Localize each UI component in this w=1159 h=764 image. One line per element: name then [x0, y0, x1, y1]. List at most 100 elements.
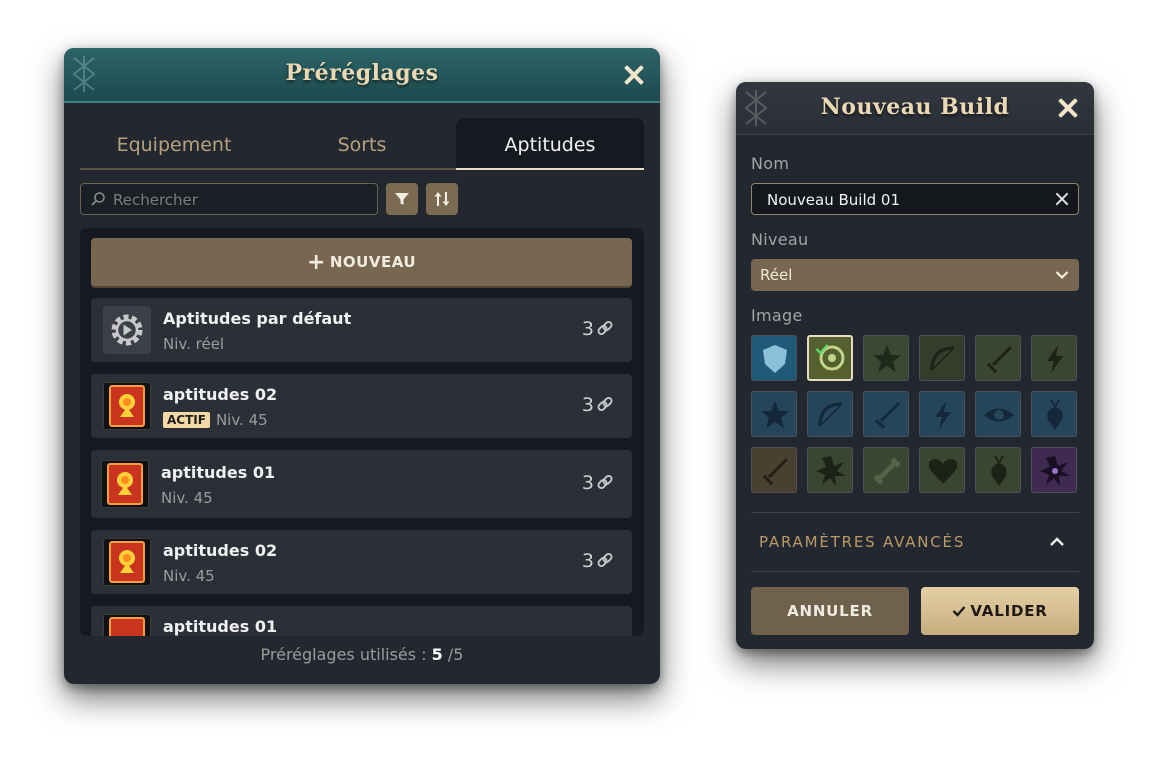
list-item[interactable]: Aptitudes par défaut Niv. réel 3 — [91, 298, 632, 362]
validate-button[interactable]: VALIDER — [921, 587, 1079, 635]
skill-book-icon — [103, 538, 151, 586]
skill-book-icon — [103, 382, 151, 430]
item-level: Niv. réel — [163, 335, 225, 353]
bow-icon — [818, 402, 843, 427]
list-item[interactable]: aptitudes 02 Niv. 45 3 — [91, 530, 632, 594]
image-option[interactable] — [1031, 391, 1077, 437]
image-option[interactable] — [807, 447, 853, 493]
image-option[interactable] — [919, 391, 965, 437]
link-icon — [597, 475, 613, 489]
item-level: Niv. 45 — [163, 567, 215, 585]
heart-icon — [928, 459, 958, 484]
check-icon — [815, 344, 829, 355]
image-option[interactable] — [751, 391, 797, 437]
usage-total: /5 — [447, 645, 464, 664]
advanced-settings-toggle[interactable]: PARAMÈTRES AVANCÉS — [751, 512, 1079, 572]
image-option[interactable] — [863, 447, 909, 493]
item-name: aptitudes 02 — [163, 541, 278, 560]
image-option[interactable] — [807, 391, 853, 437]
clear-icon[interactable] — [1055, 192, 1069, 206]
image-option[interactable] — [975, 391, 1021, 437]
new-preset-button[interactable]: + NOUVEAU — [91, 238, 632, 288]
skill-book-icon — [103, 614, 151, 636]
plus-icon: + — [306, 250, 326, 275]
name-input[interactable] — [765, 184, 1049, 216]
build-title: Nouveau Build — [820, 94, 1010, 120]
close-build-icon[interactable] — [1056, 96, 1080, 120]
item-name: Aptitudes par défaut — [163, 309, 352, 328]
image-option-selected[interactable] — [807, 335, 853, 381]
list-item[interactable]: aptitudes 01 — [91, 606, 632, 636]
filter-icon — [395, 193, 409, 205]
sort-button[interactable] — [426, 183, 458, 215]
item-level: Niv. 45 — [161, 489, 213, 507]
item-level: Niv. 45 — [215, 411, 268, 429]
link-icon — [597, 397, 613, 411]
skill-book-icon — [101, 460, 149, 508]
link-icon — [597, 321, 613, 335]
gear-play-icon — [103, 306, 151, 354]
usage-label: Préréglages utilisés : — [260, 645, 427, 664]
lightning-icon — [935, 401, 951, 429]
usage-used: 5 — [431, 645, 443, 664]
shield-icon — [763, 345, 787, 373]
lightning-icon — [1047, 345, 1063, 373]
star-icon — [873, 345, 901, 372]
image-option[interactable] — [863, 391, 909, 437]
level-value: Réel — [760, 266, 793, 284]
image-option[interactable] — [919, 335, 965, 381]
check-icon — [953, 606, 966, 617]
image-label: Image — [751, 306, 803, 325]
preset-usage: Préréglages utilisés : 5 /5 — [64, 645, 660, 664]
image-option[interactable] — [863, 335, 909, 381]
item-name: aptitudes 02 — [163, 385, 278, 404]
image-option[interactable] — [919, 447, 965, 493]
search-box[interactable] — [80, 183, 378, 216]
active-badge: ACTIF — [163, 412, 210, 428]
link-icon — [597, 553, 613, 567]
chevron-down-icon — [1055, 271, 1069, 280]
validate-label: VALIDER — [970, 602, 1048, 620]
sort-icon — [434, 192, 450, 206]
build-titlebar: Nouveau Build — [736, 82, 1094, 135]
list-item[interactable]: aptitudes 01 Niv. 45 3 — [91, 450, 632, 518]
image-option[interactable] — [975, 447, 1021, 493]
new-preset-label: NOUVEAU — [329, 253, 417, 271]
star-icon — [761, 401, 789, 428]
item-name: aptitudes 01 — [163, 617, 278, 636]
item-name: aptitudes 01 — [161, 463, 276, 482]
advanced-settings-label: PARAMÈTRES AVANCÉS — [759, 533, 966, 551]
carrot-icon — [991, 455, 1007, 486]
explosion-icon — [816, 456, 846, 486]
filter-button[interactable] — [386, 183, 418, 215]
explosion-icon — [1040, 456, 1070, 486]
image-option[interactable] — [975, 335, 1021, 381]
list-item[interactable]: aptitudes 02 ACTIF Niv. 45 3 — [91, 374, 632, 438]
image-option[interactable] — [1031, 447, 1077, 493]
cancel-button[interactable]: ANNULER — [751, 587, 909, 635]
level-select[interactable]: Réel — [751, 259, 1079, 291]
tab-sorts[interactable]: Sorts — [268, 118, 456, 168]
new-build-window: Nouveau Build Nom Niveau Réel Image — [736, 82, 1094, 649]
link-count: 3 — [581, 318, 594, 340]
bone-icon — [874, 458, 900, 484]
image-option[interactable] — [1031, 335, 1077, 381]
image-option[interactable] — [751, 447, 797, 493]
preset-list: + NOUVEAU Aptitudes par défaut Niv. réel … — [80, 228, 644, 636]
tab-equipement[interactable]: Equipement — [80, 118, 268, 168]
tab-underline — [80, 168, 456, 170]
search-input[interactable] — [111, 184, 375, 216]
name-field[interactable] — [751, 183, 1079, 216]
tab-aptitudes[interactable]: Aptitudes — [456, 118, 644, 168]
eye-icon — [984, 408, 1014, 422]
link-count: 3 — [581, 550, 594, 572]
carrot-icon — [1047, 399, 1063, 430]
sword-icon — [874, 402, 900, 430]
image-grid — [751, 335, 1081, 497]
presets-title: Préréglages — [285, 60, 439, 86]
close-presets-icon[interactable] — [622, 63, 646, 87]
preset-tabs: Equipement Sorts Aptitudes — [80, 118, 644, 170]
name-label: Nom — [751, 154, 790, 173]
image-option[interactable] — [751, 335, 797, 381]
tab-active-underline — [456, 168, 644, 170]
